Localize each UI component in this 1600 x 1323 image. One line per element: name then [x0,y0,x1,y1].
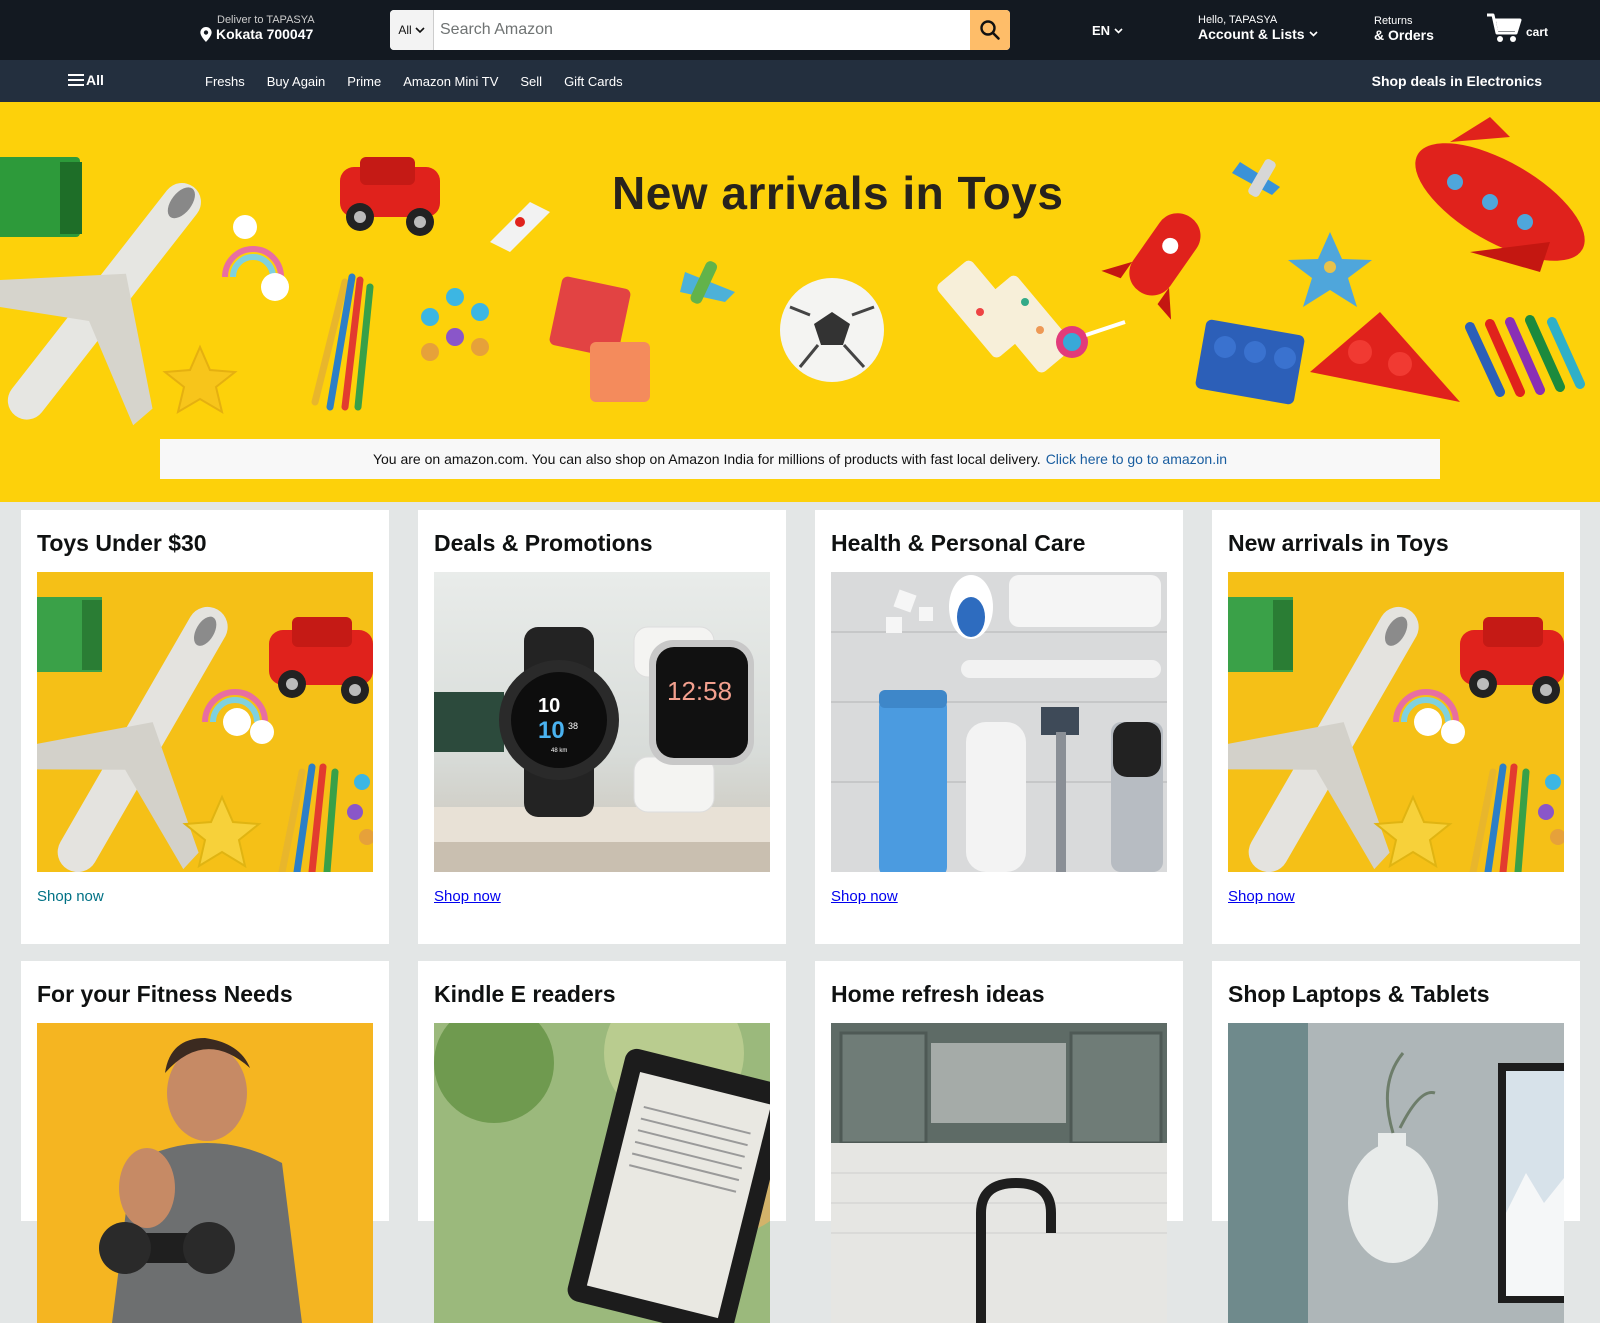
chevron-down-icon [1309,31,1318,37]
shop-now-link[interactable]: Shop now [831,888,1167,905]
card-kindle-e-readers: Kindle E readers [418,961,786,1323]
subnav-link-gift-cards[interactable]: Gift Cards [564,74,623,89]
card-image-kindle[interactable] [434,1023,770,1323]
card-title: Kindle E readers [434,981,616,1007]
subnav-links: Freshs Buy Again Prime Amazon Mini TV Se… [205,74,623,89]
notice-text: You are on amazon.com. You can also shop… [372,451,1041,467]
shop-now-link[interactable]: Shop now [434,888,770,905]
card-deals-promotions: Deals & Promotions 10 10 38 48 km 12:58 … [418,510,786,944]
card-image-smartwatches[interactable]: 10 10 38 48 km 12:58 [434,572,770,872]
account-and-lists[interactable]: Hello, TAPASYA Account & Lists [1198,14,1318,42]
deliver-to-address: Kokata 700047 [216,26,314,42]
hero-title: New arrivals in Toys [612,167,1064,219]
account-greeting: Hello, TAPASYA [1198,14,1278,26]
subnav-link-freshs[interactable]: Freshs [205,74,245,89]
amazon-india-link[interactable]: Click here to go to amazon.in [1046,451,1227,467]
cart-button[interactable]: cart [1486,12,1548,44]
all-menu-button[interactable]: All [68,72,104,88]
search-category-label: All [398,23,412,37]
chevron-down-icon [415,26,425,33]
left-watch-minute: 10 [538,717,565,744]
returns-label: Returns [1374,15,1413,27]
orders-label: & Orders [1374,27,1434,43]
card-laptops-tablets: Shop Laptops & Tablets [1212,961,1580,1323]
left-watch-seconds: 38 [568,721,578,731]
deliver-to-label: Deliver to TAPASYA [217,14,315,26]
search-category-select[interactable]: All [390,10,434,50]
left-watch-hour: 10 [538,695,560,717]
left-watch-distance: 48 km [551,748,567,754]
card-title: Toys Under $30 [37,530,207,556]
amazon-india-notice: You are on amazon.com. You can also shop… [160,439,1440,479]
secondary-navbar: All Freshs Buy Again Prime Amazon Mini T… [0,60,1600,102]
card-title: Home refresh ideas [831,981,1045,1007]
chevron-down-icon [1114,27,1123,34]
search-bar: All [390,10,1010,50]
card-image-toys-new[interactable] [1228,572,1564,872]
cart-icon [1487,13,1522,42]
card-image-kitchen[interactable] [831,1023,1167,1323]
card-toys-under-30: Toys Under $30 Shop now [21,510,389,944]
hamburger-menu-icon [68,74,84,86]
account-lists-label: Account & Lists [1198,26,1305,42]
card-fitness-needs: For your Fitness Needs [21,961,389,1323]
hero-banner[interactable]: New arrivals in Toys You are on amazon.c… [0,102,1600,502]
returns-and-orders[interactable]: Returns & Orders [1374,15,1434,43]
deliver-to-location[interactable]: Deliver to TAPASYA Kokata 700047 [200,14,315,42]
card-new-arrivals-toys: New arrivals in Toys Shop now [1212,510,1580,944]
shop-now-link[interactable]: Shop now [37,888,373,905]
subnav-link-prime[interactable]: Prime [347,74,381,89]
search-button[interactable] [970,10,1010,50]
card-title: For your Fitness Needs [37,981,293,1007]
card-image-fitness[interactable] [37,1023,373,1323]
card-image-personal-care[interactable] [831,572,1167,872]
shop-deals-link[interactable]: Shop deals in Electronics [1372,73,1542,89]
cart-label: cart [1526,25,1549,39]
toys-illustration [0,117,1585,426]
card-home-refresh: Home refresh ideas [815,961,1183,1323]
right-watch-time: 12:58 [667,676,732,706]
top-navbar: Deliver to TAPASYA Kokata 700047 All EN … [0,0,1600,60]
card-title: Shop Laptops & Tablets [1228,981,1490,1007]
search-icon [980,20,1000,40]
shop-now-link[interactable]: Shop now [1228,888,1564,905]
card-title: Health & Personal Care [831,530,1086,556]
location-pin-icon [200,26,212,42]
card-image-toys[interactable] [37,572,373,872]
card-title: Deals & Promotions [434,530,653,556]
card-image-laptop[interactable] [1228,1023,1564,1323]
language-selector[interactable]: EN [1092,23,1123,38]
card-health-personal-care: Health & Personal Care Shop now [815,510,1183,944]
card-title: New arrivals in Toys [1228,530,1449,556]
all-menu-label: All [86,72,104,88]
subnav-link-buy-again[interactable]: Buy Again [267,74,326,89]
search-input[interactable] [434,10,970,50]
subnav-link-sell[interactable]: Sell [520,74,542,89]
subnav-link-mini-tv[interactable]: Amazon Mini TV [403,74,498,89]
language-label: EN [1092,23,1111,38]
